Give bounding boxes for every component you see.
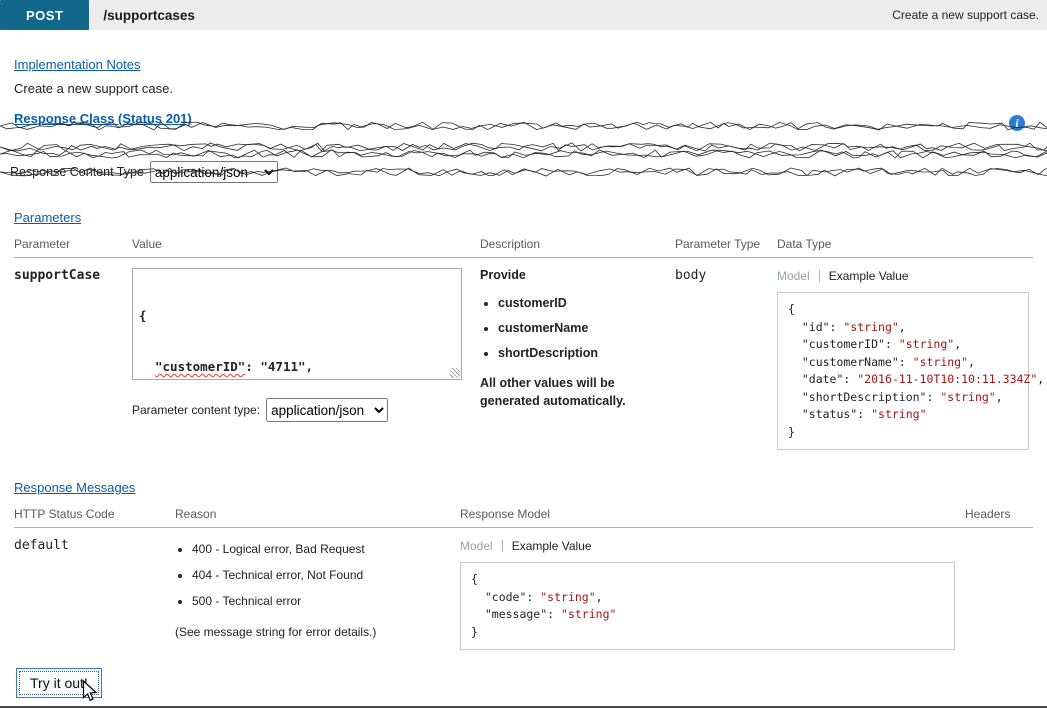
description-bullet: customerID [498, 296, 655, 310]
editor-text-misspelled: "customerID" [155, 359, 245, 374]
response-reason-cell: 400 - Logical error, Bad Request 404 - T… [175, 538, 460, 650]
parameters-table: Parameter Value Description Parameter Ty… [14, 237, 1033, 450]
reason-bullet-list: 400 - Logical error, Bad Request 404 - T… [175, 542, 460, 608]
tab-separator [502, 540, 503, 552]
description-bullet: shortDescription [498, 346, 655, 360]
editor-text: "4711" [260, 359, 305, 374]
operation-detail-panel: Implementation Notes Create a new suppor… [0, 57, 1047, 698]
description-bullet-list: customerID customerName shortDescription [480, 296, 655, 360]
editor-text: , [306, 359, 314, 374]
parameter-content-type-row: Parameter content type: application/json [132, 398, 480, 422]
column-header-description: Description [480, 237, 675, 251]
editor-text: { [139, 308, 147, 323]
tab-separator [819, 270, 820, 282]
column-header-http-status-code: HTTP Status Code [14, 507, 175, 521]
http-method-badge[interactable]: POST [0, 0, 89, 30]
response-messages-heading: Response Messages [14, 480, 135, 495]
column-header-headers: Headers [965, 507, 1033, 521]
endpoint-header: POST /supportcases Create a new support … [0, 0, 1047, 30]
reason-note: (See message string for error details.) [175, 625, 460, 639]
column-header-parameter-type: Parameter Type [675, 237, 777, 251]
example-value-box[interactable]: { "id": "string", "customerID": "string"… [777, 292, 1029, 450]
editor-text: : [245, 359, 260, 374]
response-content-type-label: Response Content Type [10, 165, 144, 179]
column-header-response-model: Response Model [460, 507, 965, 521]
parameter-content-type-select[interactable]: application/json [266, 398, 388, 422]
description-intro: Provide [480, 268, 655, 282]
model-example-tabs: Model Example Value [777, 268, 1033, 284]
info-icon[interactable]: i [1009, 115, 1025, 131]
column-header-parameter: Parameter [14, 237, 132, 251]
tab-example-value[interactable]: Example Value [512, 539, 592, 553]
reason-bullet: 400 - Logical error, Bad Request [192, 542, 460, 556]
tab-model[interactable]: Model [460, 539, 493, 553]
parameter-name: supportCase [14, 268, 132, 450]
parameter-row: supportCase { "customerID": "4711", "cus… [14, 258, 1033, 450]
response-content-type-row: Response Content Type application/json [10, 161, 278, 183]
endpoint-path[interactable]: /supportcases [103, 8, 195, 23]
response-messages-table-header: HTTP Status Code Reason Response Model H… [14, 507, 1033, 528]
parameters-table-header: Parameter Value Description Parameter Ty… [14, 237, 1033, 258]
response-class-heading: Response Class (Status 201) [14, 111, 192, 126]
reason-bullet: 404 - Technical error, Not Found [192, 568, 460, 582]
parameter-value-cell: { "customerID": "4711", "customerName": … [132, 268, 480, 450]
response-example-value-box[interactable]: { "code": "string", "message": "string"} [460, 562, 955, 650]
column-header-data-type: Data Type [777, 237, 1033, 251]
response-model-cell: Model Example Value { "code": "string", … [460, 538, 965, 650]
reason-bullet: 500 - Technical error [192, 594, 460, 608]
endpoint-summary: Create a new support case. [892, 8, 1039, 22]
editor-line: "customerID": "4711", [139, 358, 455, 375]
parameter-value-editor[interactable]: { "customerID": "4711", "customerName": … [132, 268, 462, 380]
tab-example-value[interactable]: Example Value [829, 269, 909, 283]
description-note: All other values will be generated autom… [480, 374, 652, 410]
implementation-notes-text: Create a new support case. [14, 81, 1033, 96]
column-header-value: Value [132, 237, 480, 251]
response-class-section: Response Class (Status 201) i Response C… [14, 111, 1033, 196]
response-status-code: default [14, 538, 175, 650]
column-header-reason: Reason [175, 507, 460, 521]
parameter-type-value: body [675, 268, 777, 450]
implementation-notes-heading: Implementation Notes [14, 57, 140, 72]
description-bullet: customerName [498, 321, 655, 335]
data-type-cell: Model Example Value { "id": "string", "c… [777, 268, 1033, 450]
editor-line: { [139, 307, 455, 324]
model-example-tabs: Model Example Value [460, 538, 965, 554]
response-message-row: default 400 - Logical error, Bad Request… [14, 528, 1033, 650]
parameter-content-type-label: Parameter content type: [132, 403, 260, 417]
parameter-description-cell: Provide customerID customerName shortDes… [480, 268, 675, 450]
response-content-type-select[interactable]: application/json [150, 161, 278, 183]
parameters-heading: Parameters [14, 210, 81, 225]
tab-model[interactable]: Model [777, 269, 810, 283]
mouse-cursor-icon [82, 680, 99, 704]
response-messages-table: HTTP Status Code Reason Response Model H… [14, 507, 1033, 650]
response-headers-cell [965, 538, 1033, 650]
